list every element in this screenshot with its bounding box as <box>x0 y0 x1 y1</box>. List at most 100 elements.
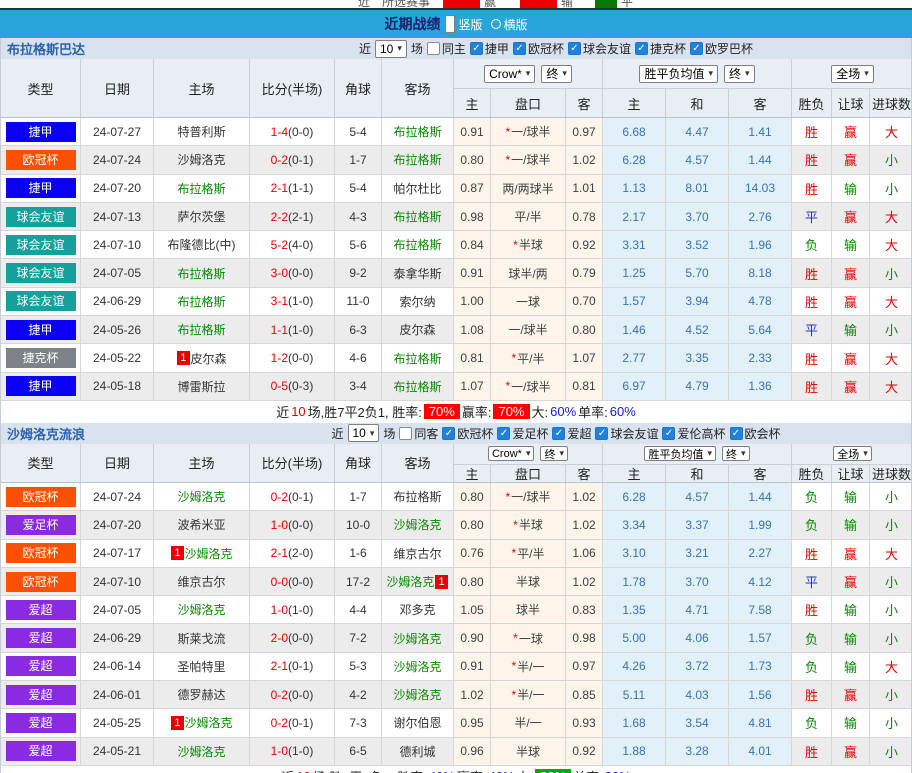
team-link[interactable]: 波希米亚 <box>177 516 225 533</box>
match-type-cell: 爱超 <box>1 681 80 708</box>
avg-odds-select[interactable]: 胜平负均值▾ <box>644 446 716 461</box>
team-link[interactable]: 布拉格斯 <box>393 208 441 225</box>
handicap-cell: 一/球半 <box>490 316 565 343</box>
score-cell: 1-0(1-0) <box>249 596 334 623</box>
checkbox-checked-icon: ✓ <box>662 427 675 440</box>
match-count-select[interactable]: 10▾ <box>348 424 380 442</box>
avg-time-select[interactable]: 终▾ <box>724 65 755 83</box>
league-checkbox[interactable]: ✓欧冠杯 <box>442 425 493 442</box>
same-venue-checkbox[interactable]: 同客 <box>399 425 438 442</box>
league-checkbox[interactable]: ✓球会友谊 <box>595 425 658 442</box>
same-venue-checkbox[interactable]: 同主 <box>427 40 466 57</box>
match-type-cell: 捷克杯 <box>1 344 80 371</box>
team-link[interactable]: 布拉格斯 <box>393 236 441 253</box>
result-goals-value: 小 <box>885 179 898 198</box>
avg-time-select[interactable]: 终▾ <box>722 446 750 461</box>
team-link[interactable]: 沙姆洛克 <box>177 488 225 505</box>
handicap-label: 一球 <box>519 630 543 647</box>
team-link[interactable]: 布拉格斯 <box>393 488 441 505</box>
team-link[interactable]: 博雷斯拉 <box>177 378 225 395</box>
away-team-cell: 邓多克 <box>381 596 453 623</box>
league-checkbox[interactable]: ✓欧会杯 <box>730 425 781 442</box>
avg-draw-odds: 3.70 <box>665 203 728 230</box>
team-link[interactable]: 布拉格斯 <box>393 350 441 367</box>
corner-score: 1-7 <box>334 483 381 510</box>
avg-draw-odds: 3.72 <box>665 653 728 680</box>
result-wdl-value: 胜 <box>805 292 818 311</box>
legend-label: 平 <box>621 0 633 10</box>
team-link[interactable]: 皮尔森 <box>399 321 435 338</box>
odds-time-select[interactable]: 终▾ <box>541 65 572 83</box>
avg-win-odds: 1.25 <box>602 259 665 286</box>
team-link[interactable]: 维京古尔 <box>177 573 225 590</box>
team-link[interactable]: 沙姆洛克 <box>185 714 233 731</box>
summary-part: 60% <box>610 404 636 419</box>
team-link[interactable]: 布拉格斯 <box>177 265 225 282</box>
odds-source-select[interactable]: Crow*▾ <box>488 446 534 461</box>
result-wdl-value: 负 <box>805 235 818 254</box>
team-link[interactable]: 布拉格斯 <box>177 321 225 338</box>
odds-time-select[interactable]: 终▾ <box>540 446 568 461</box>
team-link[interactable]: 特普利斯 <box>177 123 225 140</box>
team-link[interactable]: 沙姆洛克 <box>177 151 225 168</box>
team-link[interactable]: 沙姆洛克 <box>393 686 441 703</box>
team-link[interactable]: 泰拿华斯 <box>393 265 441 282</box>
score-cell: 1-0(0-0) <box>249 511 334 538</box>
team-link[interactable]: 沙姆洛克 <box>386 573 434 590</box>
team-link[interactable]: 布拉格斯 <box>393 123 441 140</box>
league-checkbox[interactable]: ✓欧冠杯 <box>513 40 564 57</box>
avg-lose-odds: 14.03 <box>728 175 791 202</box>
team-link[interactable]: 沙姆洛克 <box>177 743 225 760</box>
halftime-score: (1-0) <box>288 294 313 308</box>
league-checkbox[interactable]: ✓爱足杯 <box>497 425 548 442</box>
avg-win-odds: 5.11 <box>602 681 665 708</box>
team-link[interactable]: 谢尔伯恩 <box>393 714 441 731</box>
team-link[interactable]: 德罗赫达 <box>177 686 225 703</box>
team-link[interactable]: 皮尔森 <box>191 350 227 367</box>
team-link[interactable]: 索尔纳 <box>399 293 435 310</box>
team-link[interactable]: 布拉格斯 <box>393 151 441 168</box>
team-link[interactable]: 沙姆洛克 <box>393 630 441 647</box>
match-type-cell: 欧冠杯 <box>1 146 80 173</box>
away-team-cell: 帕尔杜比 <box>381 175 453 202</box>
team-link[interactable]: 邓多克 <box>399 601 435 618</box>
odds-source-select[interactable]: Crow*▾ <box>484 65 535 83</box>
scope-select[interactable]: 全场▾ <box>831 65 874 83</box>
team-link[interactable]: 萨尔茨堡 <box>177 208 225 225</box>
sub-column-header: 和 <box>665 89 728 117</box>
team-link[interactable]: 帕尔杜比 <box>393 180 441 197</box>
match-count-select[interactable]: 10▾ <box>375 40 407 58</box>
league-checkbox[interactable]: ✓欧罗巴杯 <box>690 40 753 57</box>
view-mode-option[interactable]: 横版 <box>491 16 528 33</box>
scope-select[interactable]: 全场▾ <box>833 446 872 461</box>
league-checkbox[interactable]: ✓球会友谊 <box>568 40 631 57</box>
league-checkbox[interactable]: ✓捷甲 <box>470 40 509 57</box>
near-label: 近 <box>331 425 343 442</box>
team-link[interactable]: 沙姆洛克 <box>393 658 441 675</box>
avg-odds-select[interactable]: 胜平负均值▾ <box>639 65 718 83</box>
team-link[interactable]: 德利城 <box>399 743 435 760</box>
team-link[interactable]: 斯莱戈流 <box>177 630 225 647</box>
avg-win-odds: 6.28 <box>602 146 665 173</box>
handicap-label: 半/一 <box>514 714 541 731</box>
view-mode-option[interactable]: 竖版 <box>445 15 482 33</box>
team-link[interactable]: 沙姆洛克 <box>177 601 225 618</box>
filter-bar: 近10▾场同客✓欧冠杯✓爱足杯✓爱超✓球会友谊✓爱伦高杯✓欧会杯 <box>201 424 911 442</box>
checkbox-checked-icon: ✓ <box>552 427 565 440</box>
team-link[interactable]: 布隆德比(中) <box>168 236 236 253</box>
team-link[interactable]: 布拉格斯 <box>177 180 225 197</box>
league-checkbox[interactable]: ✓捷克杯 <box>635 40 686 57</box>
team-link[interactable]: 布拉格斯 <box>393 378 441 395</box>
legend-swatch <box>520 0 557 8</box>
team-link[interactable]: 维京古尔 <box>393 545 441 562</box>
team-link[interactable]: 沙姆洛克 <box>185 545 233 562</box>
home-team-cell: 1皮尔森 <box>153 344 249 371</box>
league-checkbox[interactable]: ✓爱伦高杯 <box>662 425 725 442</box>
corner-score: 3-4 <box>334 373 381 400</box>
league-checkbox[interactable]: ✓爱超 <box>552 425 591 442</box>
avg-win-odds: 1.35 <box>602 596 665 623</box>
team-link[interactable]: 沙姆洛克 <box>393 516 441 533</box>
handicap-cell: *半/一 <box>490 653 565 680</box>
team-link[interactable]: 布拉格斯 <box>177 293 225 310</box>
team-link[interactable]: 圣帕特里 <box>177 658 225 675</box>
